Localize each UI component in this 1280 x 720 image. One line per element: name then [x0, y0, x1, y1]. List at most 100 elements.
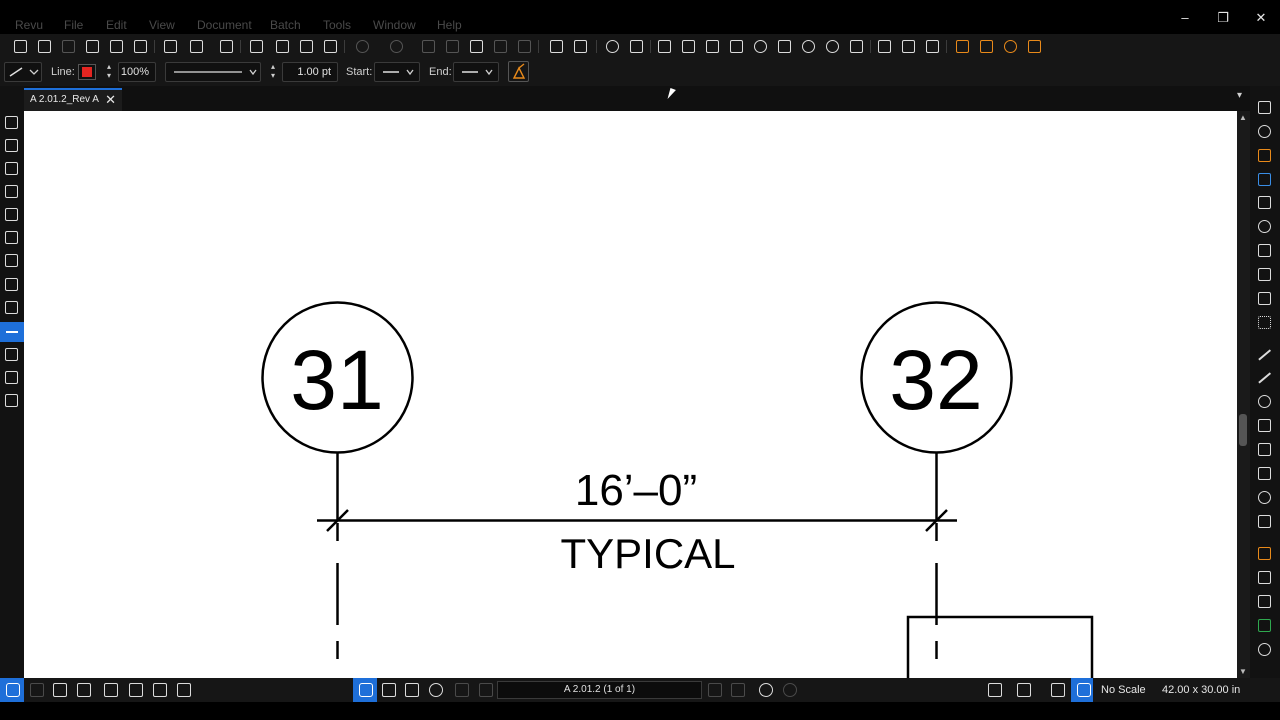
strikeout-text-icon[interactable]	[322, 38, 338, 54]
cut-icon[interactable]	[420, 38, 436, 54]
crop-icon[interactable]	[954, 38, 970, 54]
signatures-icon[interactable]	[5, 278, 18, 291]
properties-brush-button[interactable]	[508, 61, 529, 82]
align-right-icon[interactable]	[728, 38, 744, 54]
cloud-tool-icon[interactable]	[1258, 220, 1271, 233]
copy-pages-icon[interactable]	[162, 38, 178, 54]
print-icon[interactable]	[84, 38, 100, 54]
menu-window[interactable]: Window	[373, 18, 416, 32]
rectangle-tool-icon[interactable]	[1258, 467, 1271, 480]
rotate-icon[interactable]	[604, 38, 620, 54]
scroll-up-icon[interactable]: ▲	[1239, 113, 1247, 122]
align-left-icon[interactable]	[680, 38, 696, 54]
thumbnails-icon[interactable]	[5, 139, 18, 152]
new-document-icon[interactable]	[12, 38, 28, 54]
text-box-tool-icon[interactable]	[1258, 101, 1271, 114]
replace-pages-icon[interactable]	[188, 38, 204, 54]
single-page-icon[interactable]	[30, 683, 44, 697]
scroll-down-icon[interactable]: ▼	[1239, 667, 1247, 676]
ungroup-icon[interactable]	[848, 38, 864, 54]
menu-tools[interactable]: Tools	[323, 18, 351, 32]
link-tool-icon[interactable]	[1258, 619, 1271, 632]
start-arrow-dropdown[interactable]	[374, 62, 420, 82]
markup-style-dropdown[interactable]	[4, 62, 42, 82]
email-icon[interactable]	[108, 38, 124, 54]
next-page-icon[interactable]	[708, 683, 722, 697]
align-icon[interactable]	[628, 38, 644, 54]
format-painter-icon[interactable]	[492, 38, 508, 54]
first-page-icon[interactable]	[455, 683, 469, 697]
grid-snap-icon[interactable]	[129, 683, 143, 697]
layers-icon[interactable]	[5, 231, 18, 244]
snap-content-icon[interactable]	[153, 683, 167, 697]
line-style-dropdown[interactable]	[165, 62, 261, 82]
attach-tool-icon[interactable]	[1258, 643, 1271, 656]
callout-tool-icon[interactable]	[1258, 196, 1271, 209]
tab-list-chevron-icon[interactable]: ▾	[1237, 90, 1242, 101]
vertical-scrollbar[interactable]: ▲ ▼	[1237, 111, 1250, 678]
scrollbar-thumb[interactable]	[1239, 414, 1247, 446]
align-middle-icon[interactable]	[776, 38, 792, 54]
end-arrow-dropdown[interactable]	[453, 62, 499, 82]
spaces-icon[interactable]	[5, 348, 18, 361]
text-select-icon[interactable]	[248, 38, 264, 54]
image-tool-icon[interactable]	[1258, 292, 1271, 305]
reuse-icon[interactable]	[177, 683, 191, 697]
text-icon[interactable]	[274, 38, 290, 54]
markups-list-toggle[interactable]	[0, 678, 24, 702]
document-status-button[interactable]	[1071, 678, 1093, 702]
underline-text-icon[interactable]	[298, 38, 314, 54]
pen-tool-icon[interactable]	[1258, 173, 1271, 186]
forms-icon[interactable]	[5, 371, 18, 384]
paste-icon[interactable]	[468, 38, 484, 54]
split-horizontal-icon[interactable]	[77, 683, 91, 697]
length-tool-icon[interactable]	[1258, 443, 1271, 456]
menu-document[interactable]: Document	[197, 18, 252, 32]
next-view-icon[interactable]	[783, 683, 797, 697]
gear-dropdown-icon[interactable]	[1017, 683, 1031, 697]
highlighter-icon[interactable]	[572, 38, 588, 54]
studio-icon[interactable]	[5, 162, 18, 175]
align-top-icon[interactable]	[752, 38, 768, 54]
menu-batch[interactable]: Batch	[270, 18, 301, 32]
polyline-tool-icon[interactable]	[1258, 419, 1271, 432]
line-width-stepper[interactable]	[269, 62, 281, 82]
arrange-icon[interactable]	[924, 38, 940, 54]
redo-icon[interactable]	[388, 38, 404, 54]
flip-vertical-icon[interactable]	[900, 38, 916, 54]
select-cursor-icon[interactable]	[382, 683, 396, 697]
highlight-tool-icon[interactable]	[1258, 149, 1271, 162]
menu-revu[interactable]: Revu	[15, 18, 43, 32]
tab-document[interactable]: A 2.01.2_Rev A ✕	[24, 88, 122, 111]
stamp-dropdown-icon[interactable]	[1258, 268, 1271, 281]
opacity-stepper[interactable]	[105, 62, 117, 82]
copy-icon[interactable]	[444, 38, 460, 54]
snapshot-icon[interactable]	[978, 38, 994, 54]
close-window-button[interactable]: ✕	[1242, 10, 1280, 34]
measurements-icon[interactable]	[0, 322, 24, 342]
pan-tool-button[interactable]	[353, 678, 377, 702]
bookmarks-icon[interactable]	[5, 116, 18, 129]
scale-indicator[interactable]: No Scale	[1101, 684, 1146, 696]
menu-edit[interactable]: Edit	[106, 18, 127, 32]
properties-icon[interactable]	[5, 254, 18, 267]
delete-icon[interactable]	[516, 38, 532, 54]
stamp-tool-icon[interactable]	[1258, 125, 1271, 138]
sync-icon[interactable]	[104, 683, 118, 697]
line-tool-icon[interactable]	[1258, 348, 1271, 361]
align-center-icon[interactable]	[704, 38, 720, 54]
distribute-icon[interactable]	[656, 38, 672, 54]
page-navigation-field[interactable]: A 2.01.2 (1 of 1)	[497, 681, 702, 699]
opacity-field[interactable]: 100%	[118, 62, 156, 82]
spell-check-icon[interactable]	[218, 38, 234, 54]
fill-tool-icon[interactable]	[1258, 547, 1271, 560]
tab-close-icon[interactable]: ✕	[105, 92, 116, 108]
note-tool-icon[interactable]	[1258, 244, 1271, 257]
arc-tool-icon[interactable]	[1258, 395, 1271, 408]
flip-horizontal-icon[interactable]	[876, 38, 892, 54]
menu-view[interactable]: View	[149, 18, 175, 32]
last-page-icon[interactable]	[731, 683, 745, 697]
menu-help[interactable]: Help	[437, 18, 462, 32]
save-icon[interactable]	[60, 38, 76, 54]
select-text-icon[interactable]	[405, 683, 419, 697]
